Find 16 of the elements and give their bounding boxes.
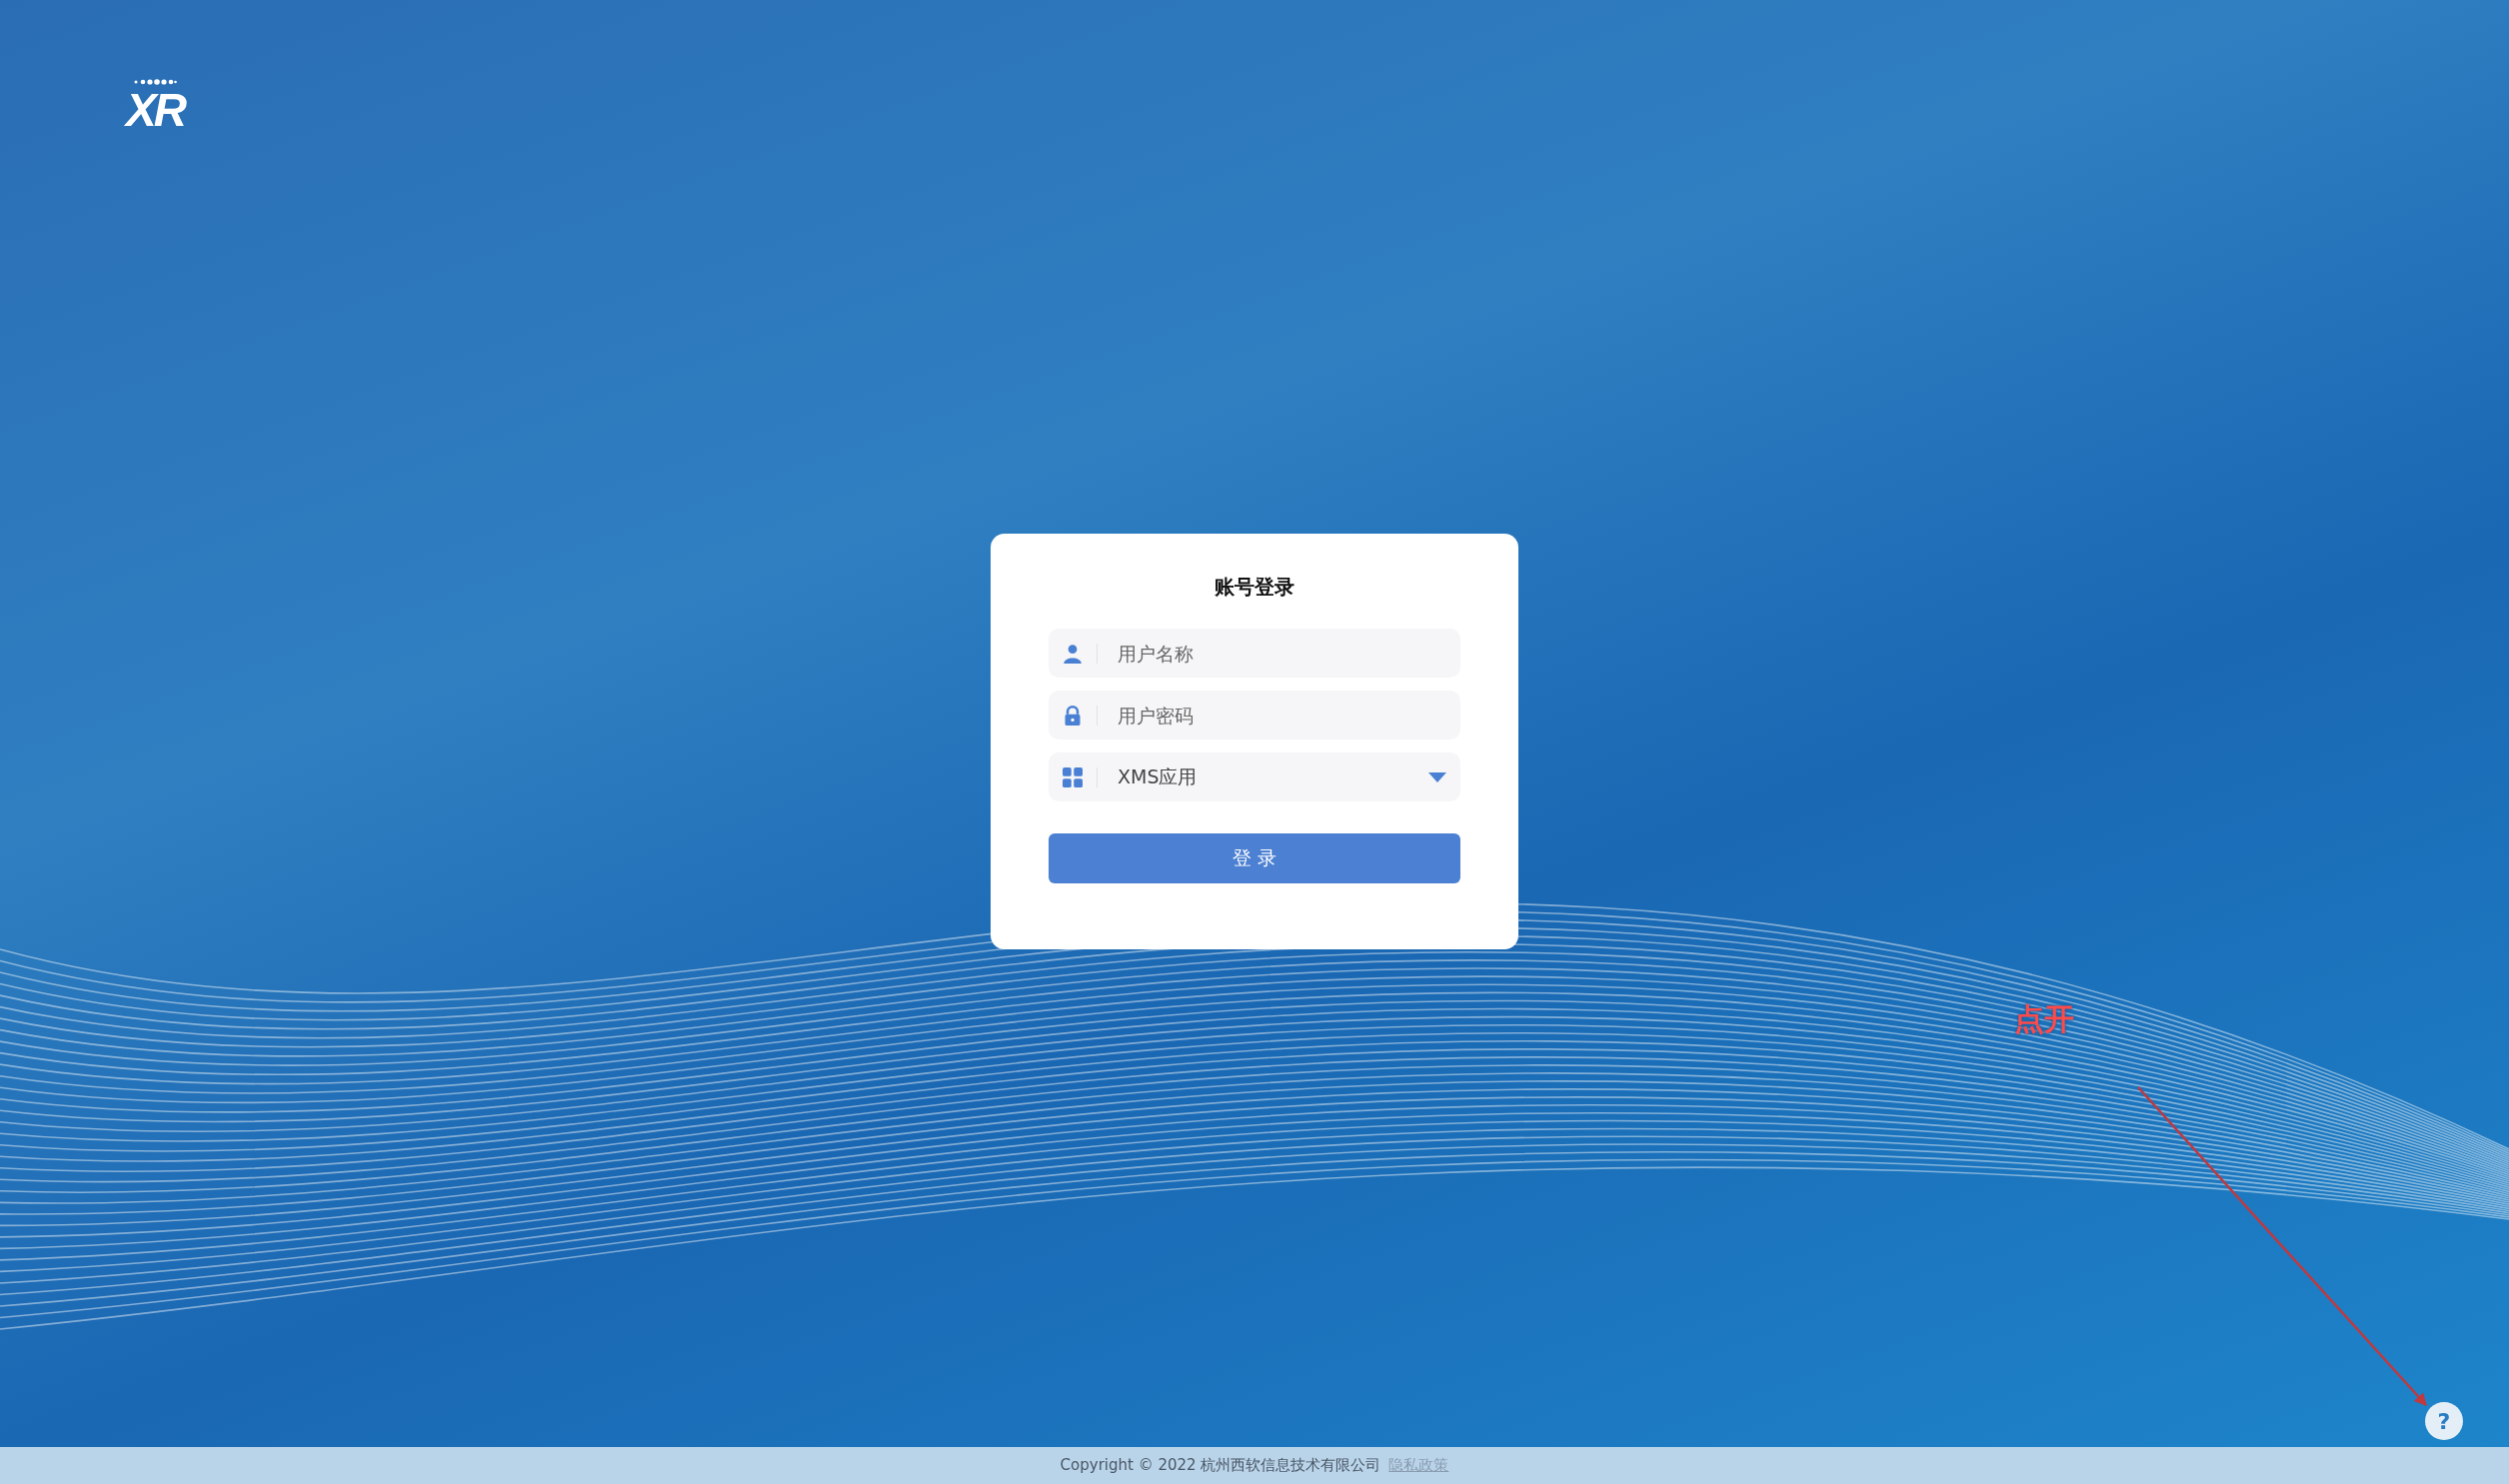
caret-icon [1428,771,1446,782]
lock-icon [1063,705,1083,726]
logo-dots-icon [133,79,177,85]
password-field[interactable]: 用户密码 [1049,691,1460,740]
password-input[interactable]: 用户密码 [1118,691,1446,740]
login-title: 账号登录 [1214,574,1295,601]
copyright-text: Copyright © 2022 杭州西软信息技术有限公司 [1060,1456,1381,1475]
login-button[interactable]: 登 录 [1049,833,1460,883]
username-field[interactable]: 用户名称 [1049,629,1460,678]
annotation-text: 点开 [2014,1000,2074,1038]
app-select[interactable]: XMS应用 [1049,752,1460,801]
user-icon [1063,643,1083,664]
grid-icon [1063,766,1083,787]
help-button[interactable]: ? [2425,1402,2463,1440]
logo-text: XR [126,85,184,135]
username-input[interactable]: 用户名称 [1118,629,1446,678]
